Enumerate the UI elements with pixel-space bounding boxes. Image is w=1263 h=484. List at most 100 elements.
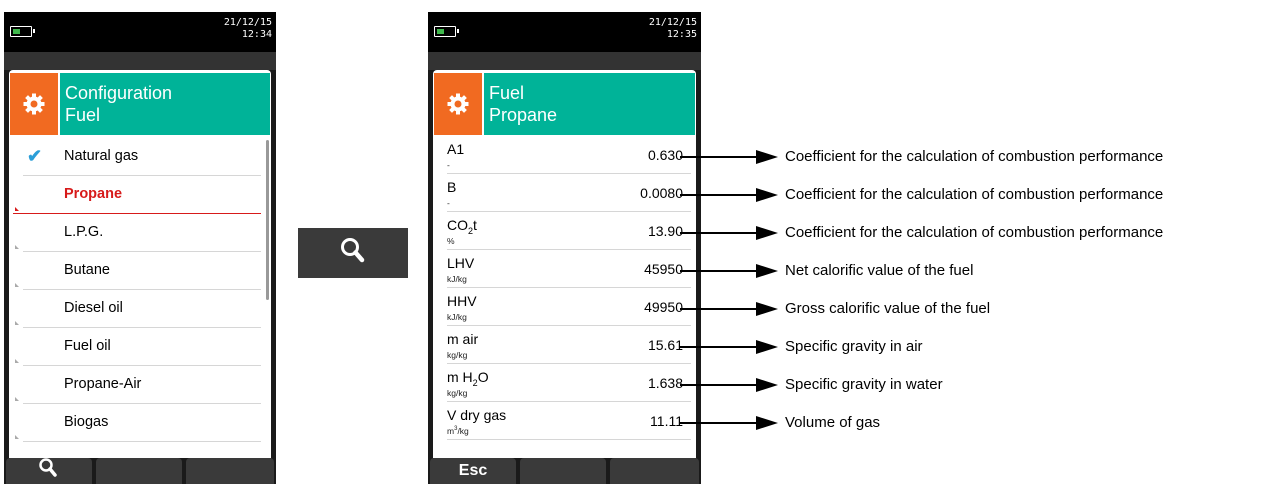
gear-icon bbox=[434, 73, 484, 135]
param-value: 49950 bbox=[644, 299, 683, 315]
fuel-item-biogas[interactable]: Biogas bbox=[9, 404, 261, 442]
status-datetime: 21/12/15 12:34 bbox=[224, 17, 272, 41]
search-button[interactable] bbox=[298, 228, 408, 278]
fuel-item-label: Biogas bbox=[64, 414, 109, 430]
softkey-3[interactable] bbox=[186, 458, 274, 484]
fuel-item-label: Butane bbox=[64, 262, 110, 278]
gear-icon bbox=[10, 73, 60, 135]
param-row-v-dry-gas[interactable]: V dry gas m3/kg 11.11 bbox=[433, 402, 691, 440]
param-row-co2t[interactable]: CO2t % 13.90 bbox=[433, 212, 691, 250]
status-date: 21/12/15 bbox=[648, 17, 697, 28]
annotation-arrow bbox=[680, 378, 778, 392]
fuel-item-label: Fuel oil bbox=[64, 338, 111, 354]
annotation-arrow bbox=[680, 302, 778, 316]
param-value: 0.0080 bbox=[640, 185, 683, 201]
param-unit: kJ/kg bbox=[447, 312, 467, 322]
fuel-list-screen: Configuration Fuel ✔ Natural gas Propane… bbox=[9, 70, 271, 458]
fuel-item-lpg[interactable]: L.P.G. bbox=[9, 214, 261, 252]
status-datetime: 21/12/15 12:35 bbox=[649, 17, 697, 41]
softkey-search[interactable] bbox=[6, 458, 92, 484]
softkey-2[interactable] bbox=[96, 458, 182, 484]
header-subtitle: Fuel bbox=[65, 105, 101, 125]
softkey-3[interactable] bbox=[610, 458, 699, 484]
annotation-m-h2o: Specific gravity in water bbox=[785, 376, 943, 393]
esc-label: Esc bbox=[458, 462, 488, 479]
check-icon: ✔ bbox=[27, 146, 43, 166]
annotation-arrow bbox=[680, 340, 778, 354]
param-name: B bbox=[447, 179, 457, 195]
search-icon bbox=[338, 236, 368, 271]
softkey-bar bbox=[4, 458, 276, 484]
param-row-m-h2o[interactable]: m H2O kg/kg 1.638 bbox=[433, 364, 691, 402]
annotation-hhv: Gross calorific value of the fuel bbox=[785, 300, 991, 317]
param-unit: - bbox=[447, 198, 450, 208]
annotation-v-dry-gas: Volume of gas bbox=[785, 414, 881, 431]
battery-icon bbox=[434, 26, 459, 37]
param-unit: % bbox=[447, 236, 455, 246]
fuel-item-propane-air[interactable]: Propane-Air bbox=[9, 366, 261, 404]
device-config-fuel: 21/12/15 12:34 Configuration Fuel ✔ Natu… bbox=[4, 12, 276, 484]
param-name: CO2t bbox=[447, 217, 477, 236]
device-fuel-propane: 21/12/15 12:35 Fuel Propane A1 - 0.630 B… bbox=[428, 12, 701, 484]
screen-header: Configuration Fuel bbox=[10, 73, 270, 135]
fuel-item-label: Diesel oil bbox=[64, 300, 123, 316]
param-name: A1 bbox=[447, 141, 465, 157]
param-value: 13.90 bbox=[647, 223, 683, 239]
param-value: 45950 bbox=[644, 261, 683, 277]
annotation-a1: Coefficient for the calculation of combu… bbox=[785, 148, 1164, 165]
header-title: Fuel bbox=[489, 83, 525, 103]
param-unit: - bbox=[447, 160, 450, 170]
search-icon bbox=[38, 458, 60, 483]
param-row-m-air[interactable]: m air kg/kg 15.61 bbox=[433, 326, 691, 364]
param-name: m air bbox=[447, 331, 479, 347]
status-bar: 21/12/15 12:34 bbox=[4, 12, 276, 52]
fuel-item-diesel-oil[interactable]: Diesel oil bbox=[9, 290, 261, 328]
param-value: 1.638 bbox=[647, 375, 683, 391]
fuel-item-label: Propane-Air bbox=[64, 376, 142, 392]
status-bar: 21/12/15 12:35 bbox=[428, 12, 701, 52]
param-row-lhv[interactable]: LHV kJ/kg 45950 bbox=[433, 250, 691, 288]
softkey-2[interactable] bbox=[520, 458, 606, 484]
fuel-item-label: Propane bbox=[64, 186, 123, 202]
fuel-params-screen: Fuel Propane A1 - 0.630 B - 0.0080 CO2t … bbox=[433, 70, 696, 458]
param-unit: m3/kg bbox=[447, 426, 469, 436]
fuel-item-natural-gas[interactable]: ✔ Natural gas bbox=[9, 138, 261, 176]
param-row-hhv[interactable]: HHV kJ/kg 49950 bbox=[433, 288, 691, 326]
param-unit: kJ/kg bbox=[447, 274, 467, 284]
param-name: m H2O bbox=[447, 369, 489, 388]
annotation-arrow bbox=[680, 264, 778, 278]
param-row-a1[interactable]: A1 - 0.630 bbox=[433, 136, 691, 174]
annotation-m-air: Specific gravity in air bbox=[785, 338, 923, 355]
param-value: 0.630 bbox=[647, 147, 683, 163]
scrollbar[interactable] bbox=[266, 140, 269, 300]
annotation-arrow bbox=[680, 150, 778, 164]
fuel-item-label: L.P.G. bbox=[64, 224, 104, 240]
param-name: V dry gas bbox=[447, 407, 507, 423]
header-title: Configuration bbox=[65, 83, 173, 103]
softkey-bar: Esc bbox=[428, 458, 701, 484]
param-row-b[interactable]: B - 0.0080 bbox=[433, 174, 691, 212]
param-name: HHV bbox=[447, 293, 477, 309]
param-unit: kg/kg bbox=[447, 388, 468, 398]
fuel-item-fuel-oil[interactable]: Fuel oil bbox=[9, 328, 261, 366]
param-value: 15.61 bbox=[647, 337, 683, 353]
header-subtitle: Propane bbox=[489, 105, 558, 125]
param-unit: kg/kg bbox=[447, 350, 468, 360]
battery-icon bbox=[10, 26, 35, 37]
annotation-arrow bbox=[680, 226, 778, 240]
param-value: 11.11 bbox=[650, 413, 683, 429]
screen-header: Fuel Propane bbox=[434, 73, 695, 135]
status-date: 21/12/15 bbox=[223, 17, 272, 28]
annotation-b: Coefficient for the calculation of combu… bbox=[785, 186, 1164, 203]
annotation-lhv: Net calorific value of the fuel bbox=[785, 262, 974, 279]
annotation-arrow bbox=[680, 416, 778, 430]
annotation-arrow bbox=[680, 188, 778, 202]
status-time: 12:34 bbox=[241, 29, 272, 40]
status-time: 12:35 bbox=[666, 29, 697, 40]
esc-button[interactable]: Esc bbox=[430, 458, 516, 484]
fuel-item-butane[interactable]: Butane bbox=[9, 252, 261, 290]
param-name: LHV bbox=[447, 255, 475, 271]
fuel-item-label: Natural gas bbox=[64, 148, 139, 164]
annotation-co2t: Coefficient for the calculation of combu… bbox=[785, 224, 1164, 241]
fuel-item-propane[interactable]: Propane bbox=[9, 176, 261, 214]
